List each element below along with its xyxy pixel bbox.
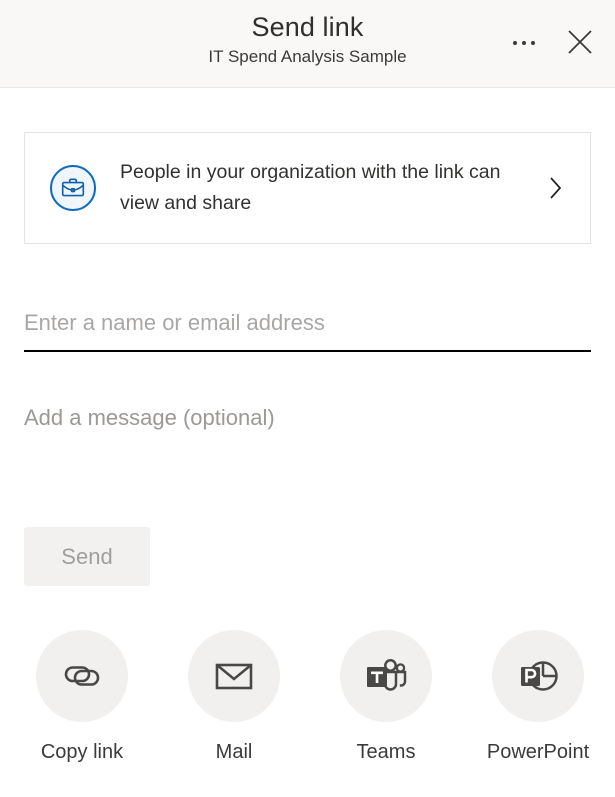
link-icon (36, 630, 128, 722)
send-button[interactable]: Send (24, 527, 150, 586)
teams-action[interactable]: Teams (316, 630, 456, 765)
recipient-input[interactable] (24, 296, 591, 352)
envelope-icon (188, 630, 280, 722)
action-label: Mail (215, 741, 253, 763)
action-label: Copy link (40, 741, 124, 763)
powerpoint-action[interactable]: PowerPoint (468, 630, 608, 765)
action-label: PowerPoint (486, 741, 590, 763)
copy-link-action[interactable]: Copy link (12, 630, 152, 765)
ellipsis-icon (513, 41, 535, 45)
share-actions: Copy link Mail Teams PowerPoint (0, 630, 615, 765)
dialog-header: Send link IT Spend Analysis Sample (0, 0, 615, 88)
briefcase-icon (50, 165, 96, 211)
action-label: Teams (356, 741, 416, 763)
more-options-button[interactable] (503, 22, 545, 64)
chevron-right-icon[interactable] (544, 171, 568, 205)
teams-icon (340, 630, 432, 722)
mail-action[interactable]: Mail (164, 630, 304, 765)
close-button[interactable] (559, 22, 601, 64)
close-icon (565, 27, 595, 60)
header-actions (503, 22, 601, 64)
link-permission-row[interactable]: People in your organization with the lin… (24, 132, 591, 244)
link-permission-label: People in your organization with the lin… (120, 161, 501, 214)
powerpoint-icon (492, 630, 584, 722)
message-input[interactable] (24, 398, 591, 442)
